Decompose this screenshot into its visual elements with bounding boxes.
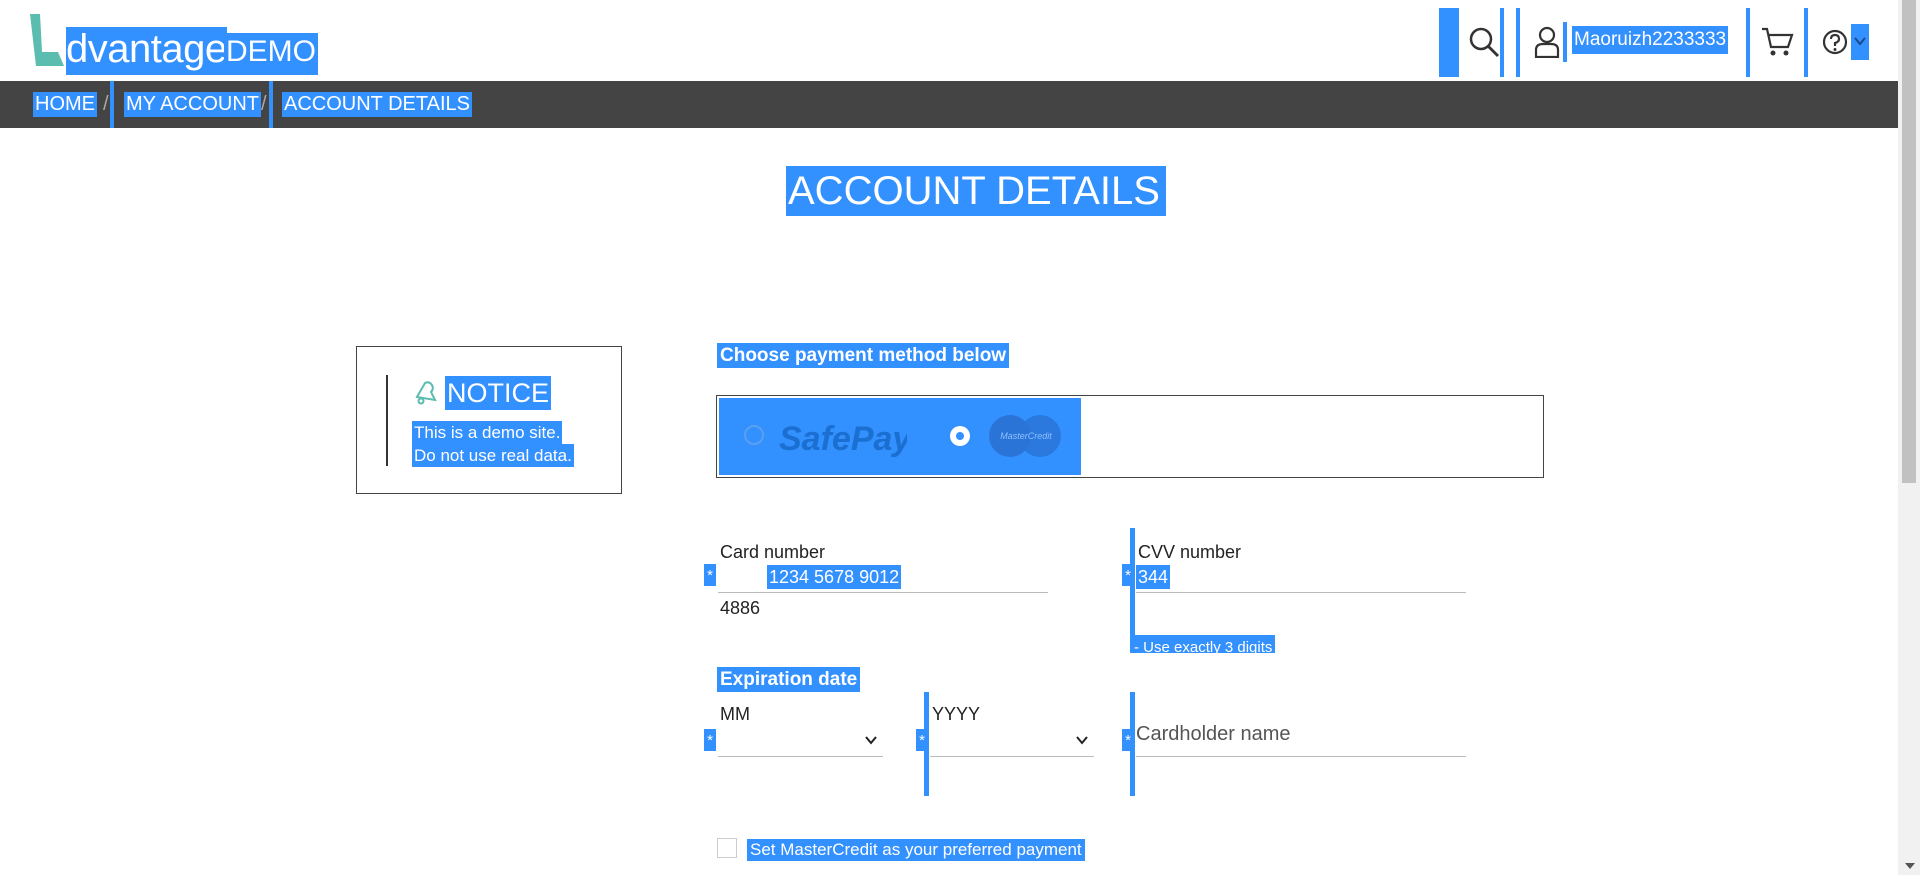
mastercredit-text: MasterCredit bbox=[1000, 431, 1052, 441]
user-name[interactable]: Maoruizh2233333 bbox=[1572, 26, 1729, 54]
safepay-radio[interactable] bbox=[743, 424, 765, 446]
selection-bar bbox=[269, 81, 273, 128]
notice-rule bbox=[386, 375, 388, 466]
logo-demo: DEMO bbox=[224, 33, 318, 75]
required-marker: * bbox=[1122, 729, 1134, 751]
selection-bar bbox=[1500, 8, 1504, 77]
logo-word: dvantage bbox=[66, 27, 227, 75]
breadcrumb-home[interactable]: HOME bbox=[33, 92, 97, 117]
required-marker: * bbox=[704, 564, 716, 586]
preferred-payment-label[interactable]: Set MasterCredit as your preferred payme… bbox=[747, 839, 1085, 861]
mastercredit-logo[interactable]: MasterCredit bbox=[988, 414, 1064, 458]
selection-bar bbox=[1804, 8, 1808, 77]
card-number-label: Card number bbox=[720, 542, 826, 562]
mm-label: MM bbox=[720, 704, 750, 724]
preferred-payment-checkbox[interactable] bbox=[717, 838, 737, 858]
search-icon[interactable] bbox=[1468, 26, 1500, 58]
selection-bar bbox=[1439, 8, 1459, 77]
scrollbar-thumb[interactable] bbox=[1902, 0, 1916, 483]
notice-title: NOTICE bbox=[445, 376, 552, 410]
required-marker: * bbox=[1122, 564, 1134, 586]
breadcrumb-separator: / bbox=[103, 93, 109, 115]
mm-select-underline bbox=[718, 756, 883, 757]
cvv-label: CVV number bbox=[1138, 542, 1242, 562]
selection-bar bbox=[1563, 22, 1567, 62]
notice-text-line1: This is a demo site. bbox=[412, 421, 563, 444]
bell-icon bbox=[415, 381, 437, 405]
breadcrumb: HOME / MY ACCOUNT / ACCOUNT DETAILS bbox=[0, 81, 1898, 128]
scroll-down-arrow-icon[interactable] bbox=[1903, 861, 1917, 871]
chevron-down-icon[interactable] bbox=[1853, 34, 1867, 48]
card-number-underline bbox=[718, 592, 1048, 593]
payment-method-label: Choose payment method below bbox=[717, 343, 1010, 368]
user-icon[interactable] bbox=[1534, 26, 1560, 58]
required-marker: * bbox=[916, 729, 928, 751]
safepay-logo[interactable]: SafePay bbox=[777, 418, 907, 458]
breadcrumb-my-account[interactable]: MY ACCOUNT bbox=[124, 92, 261, 117]
cart-icon[interactable] bbox=[1760, 26, 1794, 58]
required-marker: * bbox=[704, 729, 716, 751]
payment-method-box: SafePay MasterCredit bbox=[716, 395, 1544, 478]
site-header: dvantage DEMO Maoruizh2233333 bbox=[0, 0, 1898, 81]
notice-box: NOTICE This is a demo site. Do not use r… bbox=[356, 346, 622, 494]
logo-a-mark bbox=[30, 14, 64, 66]
yyyy-select-underline bbox=[930, 756, 1094, 757]
yyyy-label: YYYY bbox=[932, 704, 981, 724]
cvv-underline bbox=[1136, 592, 1466, 593]
selection-bar bbox=[1516, 8, 1520, 77]
breadcrumb-separator: / bbox=[261, 93, 267, 115]
mastercredit-radio[interactable] bbox=[948, 424, 972, 448]
help-icon[interactable] bbox=[1821, 28, 1849, 56]
cvv-hint: - Use exactly 3 digits bbox=[1131, 635, 1276, 653]
yyyy-select[interactable] bbox=[930, 725, 1094, 755]
cvv-hint-clip: - Use exactly 3 digits bbox=[1131, 635, 1278, 653]
selection-bar bbox=[1746, 8, 1750, 77]
cardholder-underline bbox=[1136, 756, 1466, 757]
breadcrumb-account-details[interactable]: ACCOUNT DETAILS bbox=[282, 92, 472, 117]
safepay-text: SafePay bbox=[779, 420, 907, 458]
mm-select[interactable] bbox=[718, 725, 883, 755]
card-number-overflow: 4886 bbox=[720, 598, 761, 618]
notice-text-line2: Do not use real data. bbox=[412, 444, 574, 467]
page-title: ACCOUNT DETAILS bbox=[786, 166, 1166, 216]
expiration-date-label: Expiration date bbox=[717, 667, 861, 692]
cardholder-name-input[interactable]: Cardholder name bbox=[1136, 721, 1291, 747]
cvv-input[interactable]: 344 bbox=[1136, 565, 1171, 589]
selection-bar bbox=[110, 81, 114, 128]
card-number-input[interactable]: 1234 5678 9012 bbox=[767, 565, 902, 589]
